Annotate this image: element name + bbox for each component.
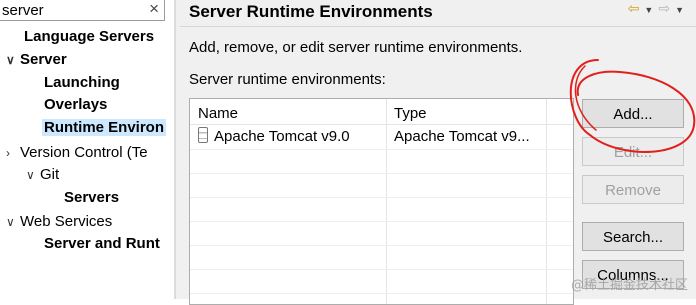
- tree-item-label: Web Services: [20, 213, 113, 230]
- tree-item-label: Overlays: [44, 96, 108, 113]
- row-divider: [190, 221, 573, 222]
- edit-button[interactable]: Edit...: [582, 137, 684, 166]
- page-title: Server Runtime Environments: [189, 2, 433, 21]
- tree-item-label: Language Servers: [24, 28, 155, 45]
- tree-item-git[interactable]: ∨ Git: [26, 164, 59, 186]
- tree-item-version-control[interactable]: › Version Control (Te: [6, 142, 148, 164]
- row-divider: [190, 269, 573, 270]
- runtime-name: Apache Tomcat v9.0: [214, 128, 350, 145]
- add-button[interactable]: Add...: [582, 99, 684, 128]
- expanded-chevron-icon[interactable]: ∨: [6, 211, 20, 233]
- expanded-chevron-icon[interactable]: ∨: [26, 164, 40, 186]
- runtime-environments-table[interactable]: Name Type Apache Tomcat v9.0 Apache Tomc…: [189, 98, 574, 305]
- table-header: Name Type: [190, 99, 573, 125]
- column-header-name[interactable]: Name: [190, 99, 238, 124]
- tree-item-language-servers[interactable]: Language Servers: [24, 26, 154, 48]
- expanded-chevron-icon[interactable]: ∨: [6, 49, 20, 71]
- tree-item-label: Server and Runt: [44, 235, 160, 252]
- column-header-type[interactable]: Type: [386, 99, 427, 124]
- back-menu-chevron-icon[interactable]: ▼: [644, 5, 653, 15]
- tree-item-label: Server: [20, 51, 67, 68]
- row-divider: [190, 149, 573, 150]
- tree-item-overlays[interactable]: Overlays: [44, 94, 107, 116]
- row-divider: [190, 245, 573, 246]
- type-cell: Apache Tomcat v9...: [394, 128, 530, 145]
- menu-chevron-icon[interactable]: ▼: [675, 5, 684, 15]
- tree-item-label: Version Control (Te: [20, 144, 148, 161]
- remove-button[interactable]: Remove: [582, 175, 684, 204]
- title-separator: [180, 26, 696, 27]
- tree-item-runtime-environments[interactable]: Runtime Environ: [42, 117, 167, 139]
- name-cell: Apache Tomcat v9.0: [198, 125, 384, 149]
- page-navigation: ⇦ ▼ ⇨ ▼: [623, 0, 684, 16]
- tree-item-server-and-runtime[interactable]: Server and Runt: [44, 233, 160, 255]
- row-divider: [190, 293, 573, 294]
- jar-icon: [198, 127, 208, 143]
- preference-page: Server Runtime Environments ⇦ ▼ ⇨ ▼ Add, re…: [180, 0, 696, 305]
- row-divider: [190, 173, 573, 174]
- page-description: Add, remove, or edit server runtime envi…: [189, 39, 523, 56]
- back-arrow-icon[interactable]: ⇦: [628, 0, 640, 16]
- filter-input[interactable]: [0, 0, 140, 20]
- tree-item-server[interactable]: ∨ Server: [6, 49, 67, 71]
- tree-item-label: Servers: [64, 189, 120, 206]
- filter-box: ×: [0, 0, 165, 21]
- tree-item-launching[interactable]: Launching: [44, 72, 120, 94]
- collapsed-chevron-icon[interactable]: ›: [6, 142, 20, 164]
- search-button[interactable]: Search...: [582, 222, 684, 251]
- table-row[interactable]: Apache Tomcat v9.0 Apache Tomcat v9...: [190, 125, 573, 149]
- clear-filter-icon[interactable]: ×: [149, 0, 159, 19]
- watermark: @稀土掘金技术社区: [570, 278, 688, 293]
- row-divider: [190, 197, 573, 198]
- preferences-tree-pane: × Language Servers ∨Server Launching Ove…: [0, 0, 174, 299]
- forward-arrow-icon[interactable]: ⇨: [658, 0, 670, 16]
- tree-item-label: Launching: [44, 74, 120, 91]
- tree-item-label: Git: [40, 166, 60, 183]
- tree-item-web-services[interactable]: ∨ Web Services: [6, 211, 112, 233]
- tree-item-label: Runtime Environ: [42, 119, 167, 136]
- runtime-list-label: Server runtime environments:: [189, 71, 386, 88]
- tree-item-git-servers[interactable]: Servers: [64, 187, 119, 209]
